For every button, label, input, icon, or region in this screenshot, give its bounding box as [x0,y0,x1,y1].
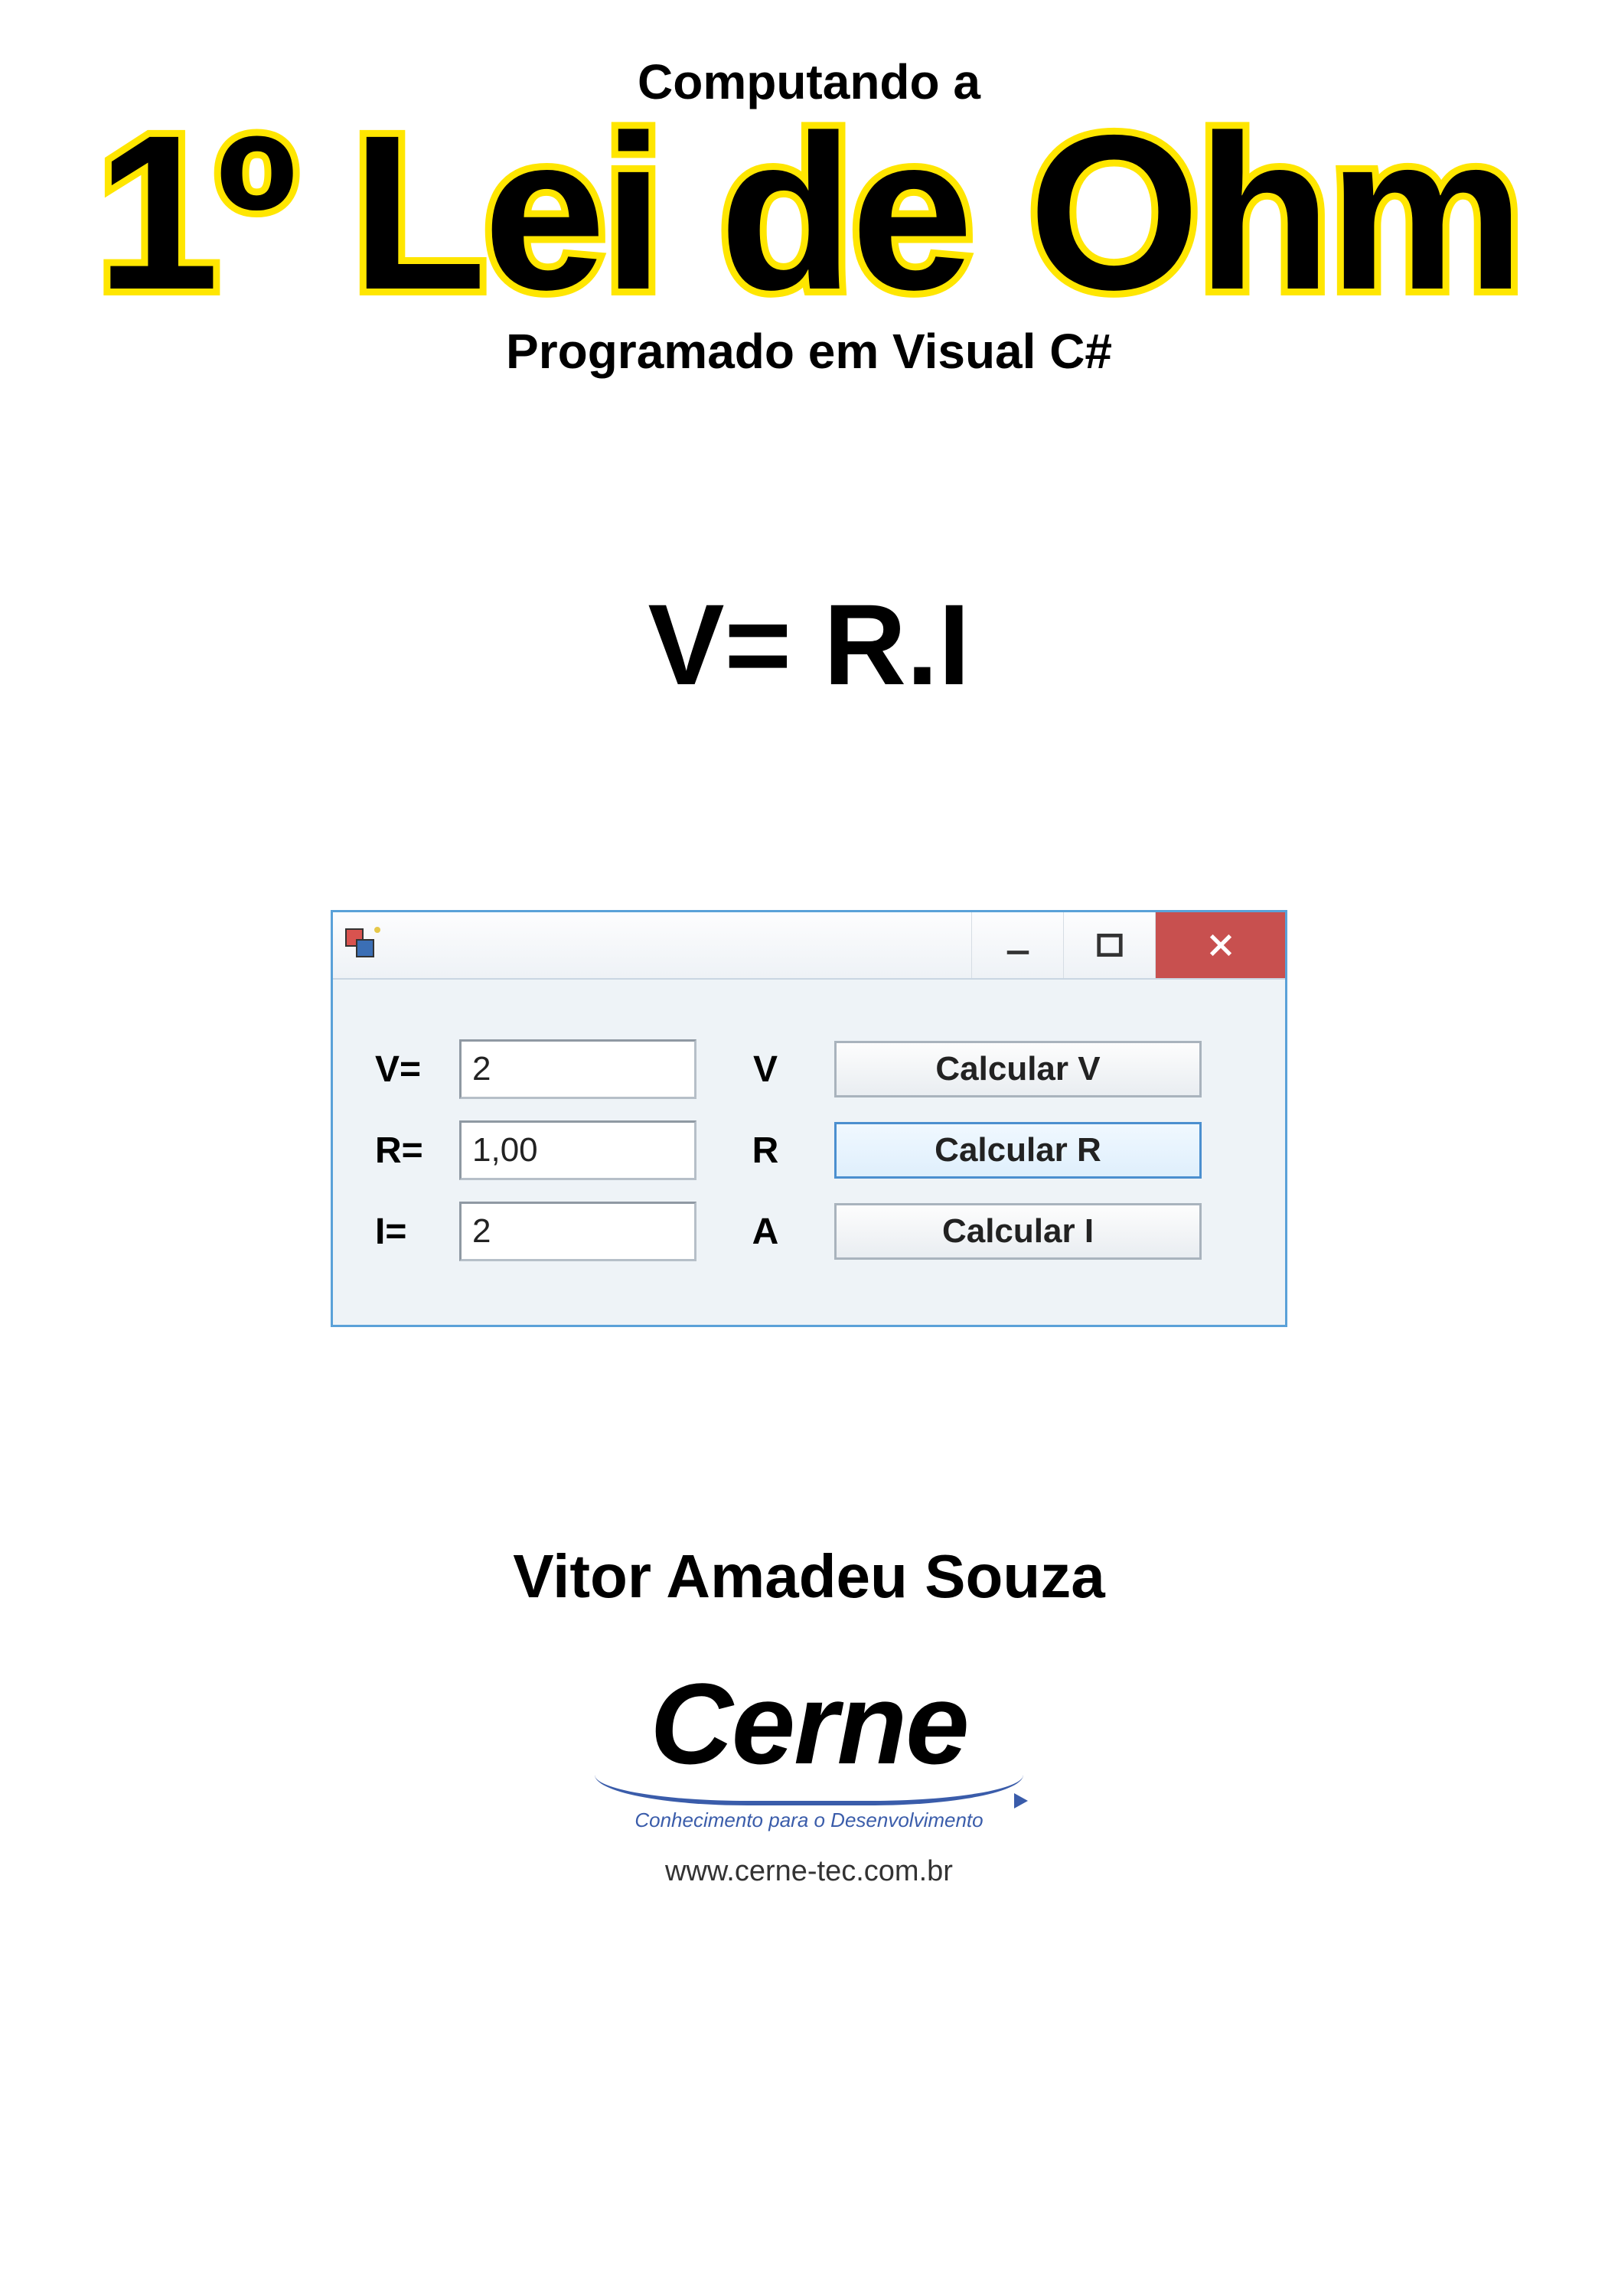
window-controls [971,912,1285,978]
main-title: 1º Lei de Ohm [96,103,1522,323]
publisher-logo: Cerne Conhecimento para o Desenvolviment… [595,1658,1023,1888]
unit-a: A [727,1211,804,1253]
label-r: R= [375,1130,459,1172]
label-i: I= [375,1211,459,1253]
logo-swoosh-icon [595,1775,1023,1805]
unit-v: V [727,1049,804,1091]
app-icon [345,928,379,962]
row-voltage: V= V Calcular V [375,1039,1243,1099]
maximize-button[interactable] [1063,912,1155,978]
app-window: V= V Calcular V R= R Calcular R I= A Cal… [331,910,1287,1327]
row-current: I= A Calcular I [375,1202,1243,1261]
close-icon [1205,929,1237,961]
maximize-icon [1095,931,1124,960]
button-calc-r[interactable]: Calcular R [834,1122,1202,1179]
input-current[interactable] [459,1202,696,1261]
input-resistance[interactable] [459,1120,696,1180]
book-cover-page: Computando a 1º Lei de Ohm Programado em… [0,0,1618,2296]
label-v: V= [375,1049,459,1091]
logo-text: Cerne [650,1658,967,1790]
window-titlebar[interactable] [333,912,1285,980]
logo-tagline: Conhecimento para o Desenvolvimento [634,1808,983,1832]
publisher-website: www.cerne-tec.com.br [665,1855,953,1888]
input-voltage[interactable] [459,1039,696,1099]
button-calc-v[interactable]: Calcular V [834,1041,1202,1097]
minimize-icon [1003,931,1032,960]
button-calc-i[interactable]: Calcular I [834,1203,1202,1260]
window-client-area: V= V Calcular V R= R Calcular R I= A Cal… [333,980,1285,1325]
author-name: Vitor Amadeu Souza [513,1541,1104,1612]
minimize-button[interactable] [971,912,1063,978]
row-resistance: R= R Calcular R [375,1120,1243,1180]
unit-r: R [727,1130,804,1172]
ohm-formula: V= R.I [648,579,970,711]
close-button[interactable] [1155,912,1285,978]
subtitle: Programado em Visual C# [506,323,1112,380]
